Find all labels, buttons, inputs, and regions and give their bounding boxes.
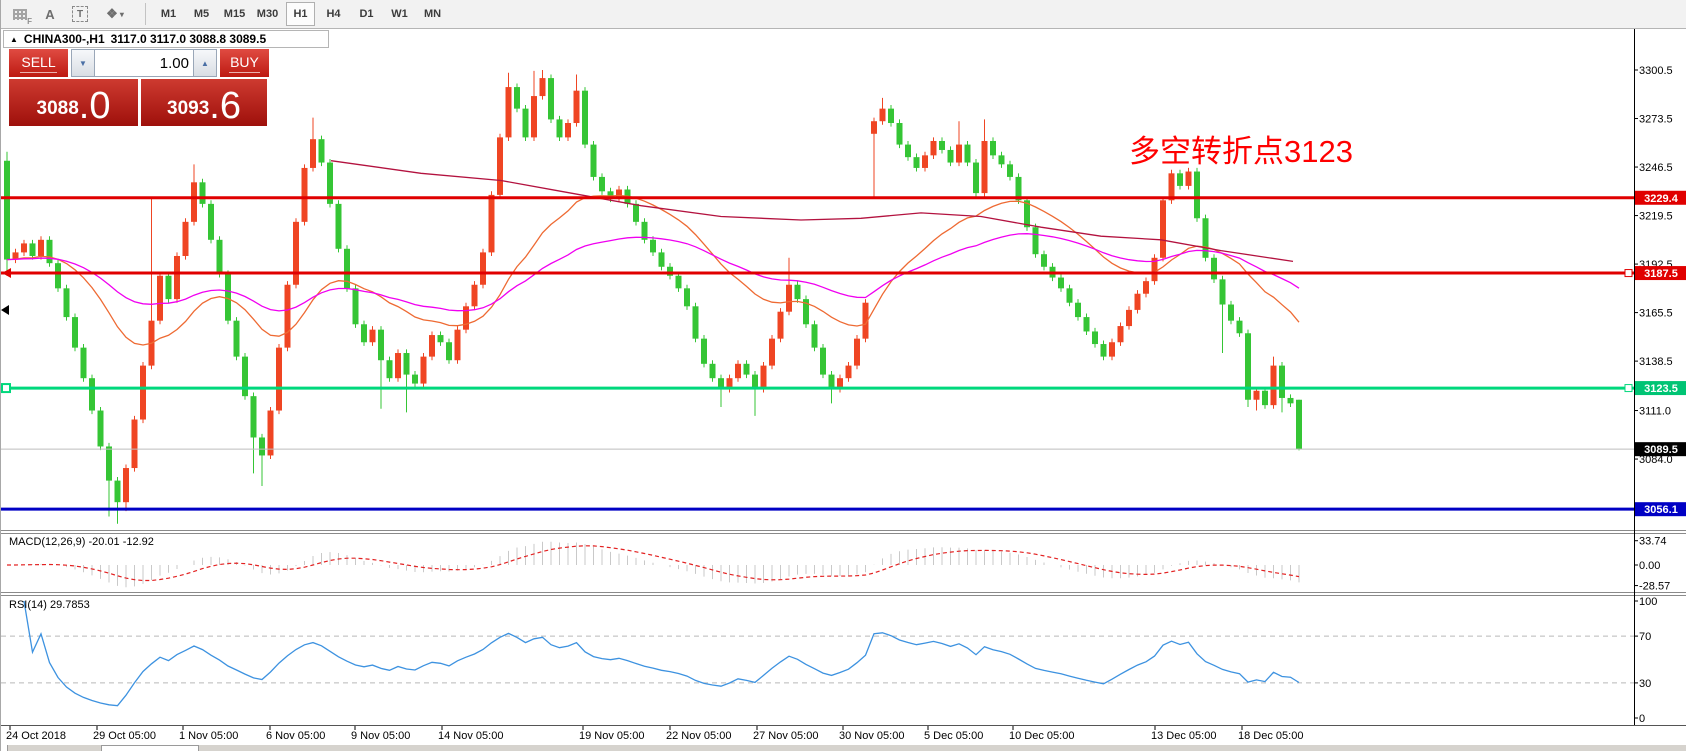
tab-timeframe-m15[interactable]: M15 bbox=[220, 2, 249, 26]
timeframe-buttons: M1M5M15M30H1H4D1W1MN bbox=[152, 2, 449, 26]
svg-text:3246.5: 3246.5 bbox=[1639, 162, 1673, 174]
date-axis-label: 14 Nov 05:00 bbox=[438, 730, 503, 742]
text-label-icon[interactable]: T bbox=[65, 2, 95, 26]
svg-text:100: 100 bbox=[1639, 596, 1657, 608]
arrows-objects-icon[interactable]: ❖▾ bbox=[95, 2, 135, 26]
date-axis-label: 30 Nov 05:00 bbox=[839, 730, 904, 742]
bottom-edge-strip bbox=[1, 745, 1686, 751]
svg-text:33.74: 33.74 bbox=[1639, 536, 1667, 548]
volume-input[interactable] bbox=[95, 50, 195, 76]
svg-text:3187.5: 3187.5 bbox=[1644, 268, 1678, 280]
chart-title-bar[interactable]: ▲ CHINA300-,H1 3117.0 3117.0 3088.8 3089… bbox=[3, 30, 329, 48]
chart-ohlc-values: 3117.0 3117.0 3088.8 3089.5 bbox=[111, 32, 267, 46]
svg-text:3089.5: 3089.5 bbox=[1644, 444, 1678, 456]
svg-text:3219.5: 3219.5 bbox=[1639, 211, 1673, 223]
svg-text:-28.57: -28.57 bbox=[1639, 581, 1670, 593]
tab-timeframe-h4[interactable]: H4 bbox=[319, 2, 348, 26]
insert-text-icon[interactable]: A bbox=[35, 2, 65, 26]
sell-button[interactable]: SELL bbox=[9, 49, 68, 77]
volume-increase-button[interactable]: ▲ bbox=[193, 49, 217, 77]
date-axis-label: 6 Nov 05:00 bbox=[266, 730, 325, 742]
one-click-trade-panel: SELL ▼ ▲ BUY 3088.0 3093.6 bbox=[9, 49, 269, 126]
chart-symbol-label: CHINA300-,H1 bbox=[24, 32, 105, 46]
date-axis-label: 24 Oct 2018 bbox=[6, 730, 66, 742]
svg-text:0: 0 bbox=[1639, 713, 1645, 725]
macd-indicator-label: MACD(12,26,9) -20.01 -12.92 bbox=[9, 536, 154, 548]
chevron-down-icon: ▾ bbox=[120, 10, 124, 19]
buy-price-display[interactable]: 3093.6 bbox=[141, 79, 267, 126]
buy-button[interactable]: BUY bbox=[220, 49, 269, 77]
svg-text:30: 30 bbox=[1639, 678, 1651, 690]
date-axis-label: 18 Dec 05:00 bbox=[1238, 730, 1303, 742]
collapse-arrow-icon[interactable]: ▲ bbox=[10, 35, 18, 44]
svg-text:3165.5: 3165.5 bbox=[1639, 308, 1673, 320]
svg-text:3300.5: 3300.5 bbox=[1639, 65, 1673, 77]
text-label-box: T bbox=[72, 6, 88, 22]
date-axis-label: 22 Nov 05:00 bbox=[666, 730, 731, 742]
date-axis-label: 27 Nov 05:00 bbox=[753, 730, 818, 742]
svg-text:3229.4: 3229.4 bbox=[1644, 193, 1679, 205]
svg-text:3056.1: 3056.1 bbox=[1644, 504, 1678, 516]
svg-text:70: 70 bbox=[1639, 631, 1651, 643]
toolbar-separator bbox=[145, 3, 146, 25]
bottom-panel-tab[interactable] bbox=[101, 745, 199, 751]
tab-timeframe-h1[interactable]: H1 bbox=[286, 2, 315, 26]
rsi-indicator-label: RSI(14) 29.7853 bbox=[9, 599, 90, 611]
bottom-left-corner bbox=[1, 745, 8, 751]
toolbar: F A T ❖▾ M1M5M15M30H1H4D1W1MN bbox=[1, 0, 1686, 29]
chart-annotation-text[interactable]: 多空转折点3123 bbox=[1129, 126, 1353, 171]
date-axis-label: 10 Dec 05:00 bbox=[1009, 730, 1074, 742]
date-axis-label: 5 Dec 05:00 bbox=[924, 730, 983, 742]
date-axis-label: 29 Oct 05:00 bbox=[93, 730, 156, 742]
volume-decrease-button[interactable]: ▼ bbox=[71, 49, 95, 77]
svg-text:3138.5: 3138.5 bbox=[1639, 356, 1673, 368]
trading-terminal-window: F A T ❖▾ M1M5M15M30H1H4D1W1MN 3300.5 3273… bbox=[0, 0, 1686, 751]
tab-timeframe-m30[interactable]: M30 bbox=[253, 2, 282, 26]
svg-text:3123.5: 3123.5 bbox=[1644, 383, 1678, 395]
tab-timeframe-m1[interactable]: M1 bbox=[154, 2, 183, 26]
date-axis-label: 13 Dec 05:00 bbox=[1151, 730, 1216, 742]
tab-timeframe-w1[interactable]: W1 bbox=[385, 2, 414, 26]
date-axis-label: 1 Nov 05:00 bbox=[179, 730, 238, 742]
svg-text:3111.0: 3111.0 bbox=[1639, 406, 1671, 418]
crosshair-grid-icon[interactable]: F bbox=[5, 2, 35, 26]
svg-text:3273.5: 3273.5 bbox=[1639, 114, 1673, 126]
svg-text:0.00: 0.00 bbox=[1639, 560, 1660, 572]
date-axis-label: 19 Nov 05:00 bbox=[579, 730, 644, 742]
date-axis-label: 9 Nov 05:00 bbox=[351, 730, 410, 742]
tab-timeframe-d1[interactable]: D1 bbox=[352, 2, 381, 26]
tab-timeframe-mn[interactable]: MN bbox=[418, 2, 447, 26]
sell-price-display[interactable]: 3088.0 bbox=[9, 79, 138, 126]
tab-timeframe-m5[interactable]: M5 bbox=[187, 2, 216, 26]
